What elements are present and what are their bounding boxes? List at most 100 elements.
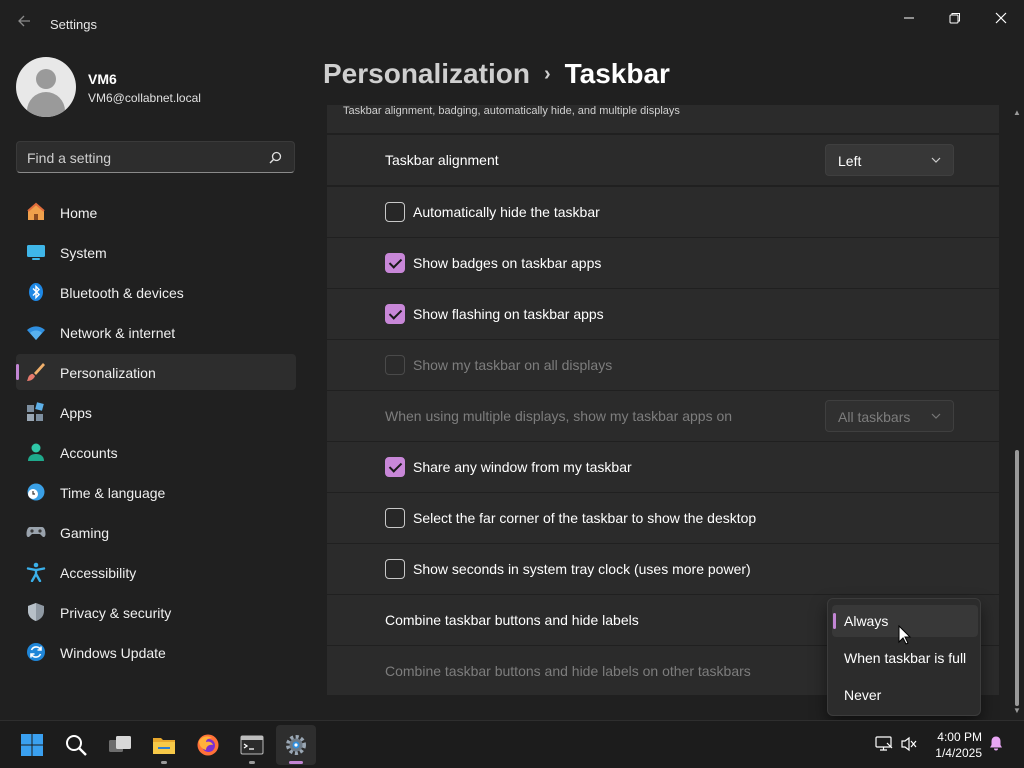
setting-far-corner[interactable]: Select the far corner of the taskbar to … — [327, 493, 999, 543]
user-profile[interactable]: VM6 VM6@collabnet.local — [16, 57, 306, 117]
scroll-down-arrow-icon[interactable]: ▼ — [1013, 706, 1021, 715]
sidebar-item-label: Apps — [60, 405, 92, 421]
sidebar-item-accessibility[interactable]: Accessibility — [16, 554, 296, 590]
restore-button[interactable] — [937, 6, 973, 30]
setting-share-window[interactable]: Share any window from my taskbar — [327, 442, 999, 492]
setting-label: Show my taskbar on all displays — [413, 357, 613, 373]
windows-taskbar: 4:00 PM 1/4/2025 — [0, 720, 1024, 768]
app-title: Settings — [50, 17, 97, 32]
setting-label: Show seconds in system tray clock (uses … — [413, 561, 751, 577]
setting-label: Combine taskbar buttons and hide labels … — [385, 663, 751, 679]
share-window-checkbox[interactable] — [385, 457, 405, 477]
back-arrow-icon[interactable] — [14, 14, 34, 34]
flashing-checkbox[interactable] — [385, 304, 405, 324]
show-seconds-checkbox[interactable] — [385, 559, 405, 579]
active-app-indicator — [289, 761, 303, 764]
breadcrumb-separator: › — [543, 63, 551, 85]
apps-grid-icon — [26, 402, 46, 422]
task-view-icon — [109, 736, 131, 752]
accessibility-icon — [26, 562, 46, 583]
dropdown-value: All taskbars — [838, 409, 911, 425]
search-icon[interactable] — [269, 151, 282, 169]
active-indicator — [16, 364, 19, 380]
clock-date: 1/4/2025 — [935, 746, 982, 760]
file-explorer-button[interactable] — [144, 725, 184, 765]
wifi-icon — [26, 322, 46, 342]
badges-checkbox[interactable] — [385, 253, 405, 273]
sidebar-item-apps[interactable]: Apps — [16, 394, 296, 430]
sidebar-nav: Home System Bluetooth & devices Network … — [16, 194, 296, 674]
system-clock[interactable]: 4:00 PM 1/4/2025 — [920, 729, 982, 761]
gear-icon — [286, 735, 306, 755]
sidebar-item-label: Windows Update — [60, 645, 166, 661]
sidebar-item-label: Network & internet — [60, 325, 176, 341]
bluetooth-icon — [26, 282, 46, 302]
search-icon — [66, 735, 87, 756]
home-icon — [26, 202, 46, 222]
scroll-up-arrow-icon[interactable]: ▲ — [1013, 108, 1021, 117]
firefox-icon — [197, 734, 219, 756]
person-icon — [26, 442, 46, 462]
setting-badges[interactable]: Show badges on taskbar apps — [327, 238, 999, 288]
sidebar-item-gaming[interactable]: Gaming — [16, 514, 296, 550]
title-bar: Settings — [0, 0, 1024, 48]
sidebar-item-privacy[interactable]: Privacy & security — [16, 594, 296, 630]
combine-buttons-menu: Always When taskbar is full Never — [827, 598, 981, 716]
content-scrollbar[interactable]: ▲ ▼ — [1013, 108, 1021, 716]
firefox-button[interactable] — [188, 725, 228, 765]
update-icon — [26, 642, 46, 662]
scroll-thumb[interactable] — [1015, 450, 1019, 706]
gamepad-icon — [26, 522, 46, 542]
monitor-icon — [26, 242, 46, 262]
taskbar-search-button[interactable] — [56, 725, 96, 765]
sidebar-item-label: System — [60, 245, 107, 261]
far-corner-checkbox[interactable] — [385, 508, 405, 528]
terminal-button[interactable] — [232, 725, 272, 765]
setting-label: When using multiple displays, show my ta… — [385, 408, 733, 424]
start-button[interactable] — [12, 725, 52, 765]
notification-bell-icon[interactable] — [988, 735, 1004, 756]
setting-show-seconds[interactable]: Show seconds in system tray clock (uses … — [327, 544, 999, 594]
sidebar-item-home[interactable]: Home — [16, 194, 296, 230]
mouse-cursor-icon — [898, 624, 912, 650]
setting-multi-display-apps: When using multiple displays, show my ta… — [327, 391, 999, 441]
setting-label: Show badges on taskbar apps — [413, 255, 602, 271]
chevron-down-icon — [931, 413, 941, 419]
sidebar-item-accounts[interactable]: Accounts — [16, 434, 296, 470]
globe-clock-icon — [26, 482, 46, 502]
sidebar-item-label: Privacy & security — [60, 605, 172, 621]
user-name: VM6 — [88, 71, 117, 87]
menu-option-never[interactable]: Never — [832, 679, 978, 711]
sidebar-item-label: Accessibility — [60, 565, 137, 581]
sidebar-item-system[interactable]: System — [16, 234, 296, 270]
shield-icon — [26, 602, 46, 622]
minimize-button[interactable] — [891, 6, 927, 30]
volume-muted-icon[interactable] — [900, 735, 918, 758]
setting-flashing[interactable]: Show flashing on taskbar apps — [327, 289, 999, 339]
breadcrumb-parent[interactable]: Personalization — [323, 58, 530, 89]
setting-label: Taskbar alignment — [385, 152, 499, 168]
network-status-icon[interactable] — [875, 735, 893, 758]
setting-auto-hide[interactable]: Automatically hide the taskbar — [327, 187, 999, 237]
page-title: Taskbar — [564, 58, 670, 89]
sidebar-item-windows-update[interactable]: Windows Update — [16, 634, 296, 670]
section-subtitle: Taskbar alignment, badging, automaticall… — [343, 105, 680, 117]
auto-hide-checkbox[interactable] — [385, 202, 405, 222]
sidebar-item-network[interactable]: Network & internet — [16, 314, 296, 350]
breadcrumb: Personalization › Taskbar — [323, 58, 670, 90]
sidebar-item-label: Time & language — [60, 485, 166, 501]
sidebar-item-bluetooth[interactable]: Bluetooth & devices — [16, 274, 296, 310]
sidebar-item-personalization[interactable]: Personalization — [16, 354, 296, 390]
search-input[interactable] — [27, 148, 257, 168]
user-email: VM6@collabnet.local — [88, 91, 201, 105]
task-view-button[interactable] — [100, 725, 140, 765]
search-box[interactable] — [16, 141, 295, 173]
clock-time: 4:00 PM — [937, 730, 982, 744]
running-indicator — [161, 761, 167, 764]
settings-app-button[interactable] — [276, 725, 316, 765]
taskbar-alignment-dropdown[interactable]: Left — [825, 144, 954, 176]
chevron-down-icon — [931, 157, 941, 163]
close-button[interactable] — [983, 6, 1019, 30]
sidebar-item-time-language[interactable]: Time & language — [16, 474, 296, 510]
paintbrush-icon — [26, 362, 46, 382]
